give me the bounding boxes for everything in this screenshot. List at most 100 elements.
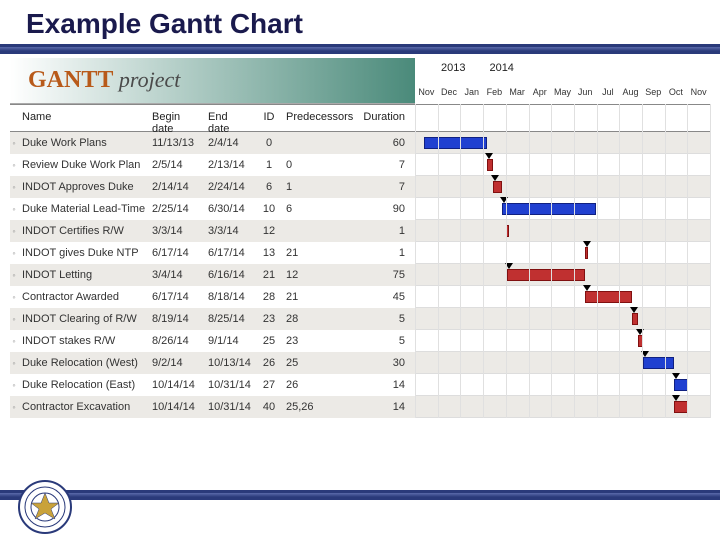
cell-id: 13: [256, 247, 282, 259]
row-handle-icon[interactable]: ◦: [10, 270, 18, 280]
cell-id: 28: [256, 291, 282, 303]
gantt-bar[interactable]: [674, 401, 687, 413]
cell-name: INDOT Letting: [18, 269, 148, 281]
cell-begin: 6/17/14: [148, 247, 204, 259]
dependency-arrow-icon: [641, 351, 649, 357]
cell-dur: 7: [358, 181, 415, 193]
cell-end: 10/13/14: [204, 357, 256, 369]
timeline-row: [415, 242, 710, 264]
cell-end: 9/1/14: [204, 335, 256, 347]
cell-begin: 3/4/14: [148, 269, 204, 281]
cell-id: 26: [256, 357, 282, 369]
cell-name: INDOT Certifies R/W: [18, 225, 148, 237]
logo-sub: project: [119, 67, 181, 92]
slide-title: Example Gantt Chart: [0, 0, 720, 44]
gantt-bar[interactable]: [585, 247, 588, 259]
col-header-end[interactable]: End date: [204, 105, 256, 131]
row-handle-icon[interactable]: ◦: [10, 160, 18, 170]
dependency-arrow-icon: [630, 307, 638, 313]
timeline-row: [415, 286, 710, 308]
gantt-bar[interactable]: [585, 291, 632, 303]
cell-dur: 14: [358, 379, 415, 391]
col-header-begin[interactable]: Begin date: [148, 105, 204, 131]
month-label: Oct: [665, 81, 688, 104]
dependency-arrow-icon: [491, 175, 499, 181]
gantt-bar[interactable]: [643, 357, 674, 369]
month-label: May: [551, 81, 574, 104]
cell-id: 1: [256, 159, 282, 171]
cell-pred: 21: [282, 247, 358, 259]
cell-name: INDOT Approves Duke: [18, 181, 148, 193]
col-header-id[interactable]: ID: [256, 105, 282, 131]
dependency-arrow-icon: [583, 285, 591, 291]
cell-pred: 25: [282, 357, 358, 369]
gantt-bar[interactable]: [638, 335, 643, 347]
timeline-row: [415, 308, 710, 330]
cell-dur: 7: [358, 159, 415, 171]
gantt-bar[interactable]: [632, 313, 637, 325]
cell-pred: 0: [282, 159, 358, 171]
cell-id: 25: [256, 335, 282, 347]
row-handle-icon[interactable]: ◦: [10, 248, 18, 258]
cell-end: 2/24/14: [204, 181, 256, 193]
row-handle-icon[interactable]: ◦: [10, 314, 18, 324]
cell-pred: 1: [282, 181, 358, 193]
col-header-name[interactable]: Name: [18, 105, 148, 131]
gantt-bar[interactable]: [424, 137, 487, 149]
cell-begin: 10/14/14: [148, 379, 204, 391]
cell-id: 0: [256, 137, 282, 149]
cell-name: INDOT stakes R/W: [18, 335, 148, 347]
cell-begin: 8/26/14: [148, 335, 204, 347]
dependency-arrow-icon: [636, 329, 644, 335]
gantt-chart: GANTT project 2013 2014 NovDecJanFebMarA…: [10, 58, 710, 418]
row-handle-icon[interactable]: ◦: [10, 336, 18, 346]
gantt-bar[interactable]: [487, 159, 494, 171]
row-handle-icon[interactable]: ◦: [10, 358, 18, 368]
row-handle-icon[interactable]: ◦: [10, 182, 18, 192]
cell-end: 6/17/14: [204, 247, 256, 259]
cell-begin: 2/25/14: [148, 203, 204, 215]
cell-pred: 25,26: [282, 401, 358, 413]
timeline-row: [415, 198, 710, 220]
cell-id: 23: [256, 313, 282, 325]
row-handle-icon[interactable]: ◦: [10, 380, 18, 390]
row-handle-icon[interactable]: ◦: [10, 138, 18, 148]
month-label: Mar: [506, 81, 529, 104]
cell-begin: 3/3/14: [148, 225, 204, 237]
timeline-row: [415, 352, 710, 374]
row-handle-icon[interactable]: ◦: [10, 402, 18, 412]
cell-begin: 6/17/14: [148, 291, 204, 303]
cell-dur: 75: [358, 269, 415, 281]
row-handle-icon[interactable]: ◦: [10, 292, 18, 302]
cell-dur: 45: [358, 291, 415, 303]
row-handle-icon[interactable]: ◦: [10, 226, 18, 236]
year-label: 2014: [485, 62, 513, 74]
dependency-arrow-icon: [583, 241, 591, 247]
cell-dur: 1: [358, 225, 415, 237]
cell-pred: 26: [282, 379, 358, 391]
cell-dur: 60: [358, 137, 415, 149]
title-divider: [0, 44, 720, 54]
timeline-row: [415, 132, 710, 154]
gantt-bar[interactable]: [507, 269, 585, 281]
cell-end: 10/31/14: [204, 379, 256, 391]
row-handle-icon[interactable]: ◦: [10, 204, 18, 214]
footer-divider: [0, 490, 720, 500]
col-header-dur[interactable]: Duration: [358, 105, 415, 131]
gantt-bar[interactable]: [502, 203, 596, 215]
gantt-bar[interactable]: [506, 225, 509, 237]
gantt-bar[interactable]: [674, 379, 687, 391]
month-label: Dec: [438, 81, 461, 104]
dependency-arrow-icon: [505, 263, 513, 269]
timeline-row: [415, 374, 710, 396]
indot-seal-icon: [18, 480, 72, 534]
month-label: Apr: [528, 81, 551, 104]
cell-end: 2/13/14: [204, 159, 256, 171]
cell-name: Contractor Excavation: [18, 401, 148, 413]
cell-pred: 23: [282, 335, 358, 347]
gantt-bar[interactable]: [493, 181, 501, 193]
col-header-pred[interactable]: Predecessors: [282, 105, 358, 131]
cell-end: 6/30/14: [204, 203, 256, 215]
cell-id: 40: [256, 401, 282, 413]
cell-pred: 28: [282, 313, 358, 325]
